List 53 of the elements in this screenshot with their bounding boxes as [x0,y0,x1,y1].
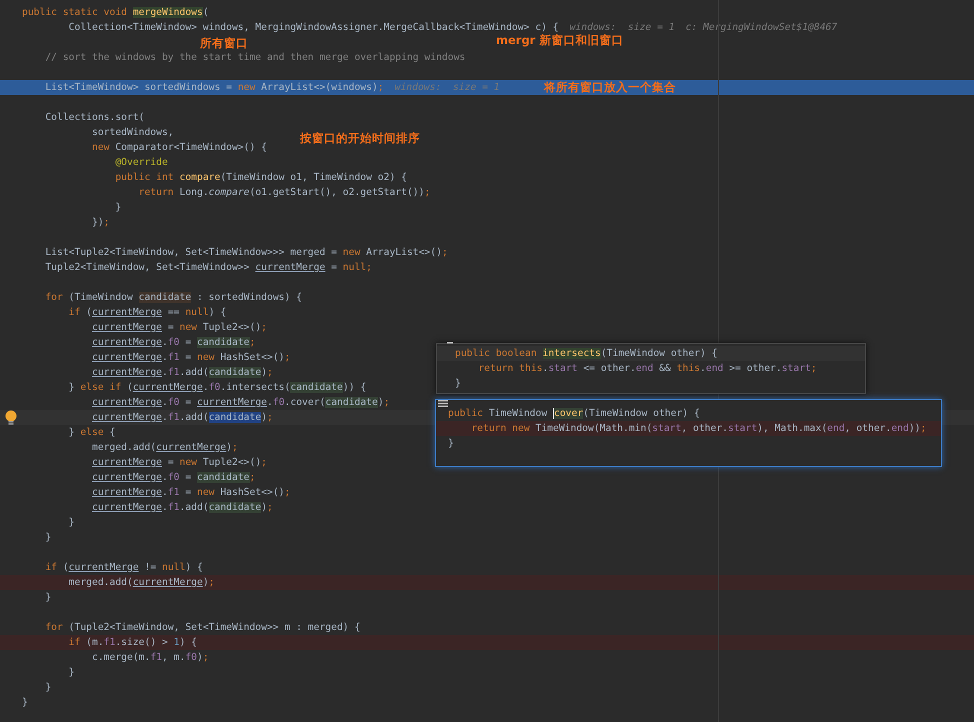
code-line: for (TimeWindow candidate : sortedWindows) { [44,291,302,305]
code-line: currentMerge = new Tuple2<>(); [91,456,267,470]
code-line: currentMerge = new Tuple2<>(); [91,321,267,335]
code-line: return this.start <= other.end && this.end >= other.start; [477,362,817,376]
code-line: if (m.f1.size() > 1) { [68,636,197,650]
code-line: public boolean intersects(TimeWindow other) { [455,347,718,361]
code-line: if (currentMerge == null) { [68,306,226,320]
code-line: public int compare(TimeWindow o1, TimeWindow o2) { [114,171,407,185]
code-line: currentMerge.f1.add(candidate); [91,501,273,515]
annotation-text: 按窗口的开始时间排序 [300,131,420,146]
code-line: currentMerge.f0 = candidate; [91,471,256,485]
code-line: merged.add(currentMerge); [68,576,215,590]
code-line: List<TimeWindow> sortedWindows = new ArrayList<>(windows); windows: size = 1 [44,81,500,95]
code-line: } [44,531,52,545]
code-line: } [44,681,52,695]
minus-icon[interactable] [447,342,453,344]
code-line: } [68,516,74,530]
code-line: currentMerge.f1.add(candidate); [91,366,273,380]
code-line: c.merge(m.f1, m.f0); [90,651,209,665]
code-line: } [448,437,454,451]
code-line: List<Tuple2<TimeWindow, Set<TimeWindow>>> merged = new ArrayList<>(); [44,246,448,260]
code-line: } [455,377,461,391]
code-line: public TimeWindow cover(TimeWindow other) { [448,407,700,421]
annotation-text: 所有窗口 [200,36,248,51]
code-line: // sort the windows by the start time and then merge overlapping windows [44,51,466,65]
code-line: return new TimeWindow(Math.min(start, other.start), Math.max(end, other.end)); [470,422,926,436]
code-line: } [68,666,74,680]
code-line: } [22,696,28,710]
annotation-text: mergr 新窗口和旧窗口 [496,33,624,48]
code-line: currentMerge.f1 = new HashSet<>(); [91,351,290,365]
code-line: Tuple2<TimeWindow, Set<TimeWindow>> currentMerge = null; [44,261,372,275]
annotation-text: 将所有窗口放入一个集合 [544,80,676,95]
code-line: }); [90,216,110,230]
code-line: currentMerge.f1 = new HashSet<>(); [91,486,290,500]
code-line: } [114,201,122,215]
code-line: currentMerge.f1.add(candidate); [91,411,273,425]
lightbulb-icon[interactable] [5,410,17,426]
code-line: @Override [114,156,168,170]
code-line: Collection<TimeWindow> windows, MergingWindowAssigner.MergeCallback<TimeWindow> c) { windows: size = 1 c: MergingWindowSet$1@8467 [68,21,838,34]
code-line: new Comparator<TimeWindow>() { [90,141,267,155]
code-line: currentMerge.f0 = candidate; [91,336,256,350]
code-line: Collections.sort( [44,111,144,125]
code-line: for (Tuple2<TimeWindow, Set<TimeWindow>> m : merged) { [44,621,360,635]
menu-icon[interactable] [438,400,448,407]
code-line: return Long.compare(o1.getStart(), o2.getStart()); [138,186,430,200]
code-line: currentMerge.f0 = currentMerge.f0.cover(candidate); [91,396,390,410]
code-line: } [44,591,52,605]
code-line: if (currentMerge != null) { [44,561,203,575]
code-line: merged.add(currentMerge); [90,441,238,455]
code-line: sortedWindows, [90,126,174,140]
code-line: } else { [68,426,116,440]
code-line: public static void mergeWindows( [22,6,209,20]
code-line: } else if (currentMerge.f0.intersects(candidate)) { [68,381,366,395]
